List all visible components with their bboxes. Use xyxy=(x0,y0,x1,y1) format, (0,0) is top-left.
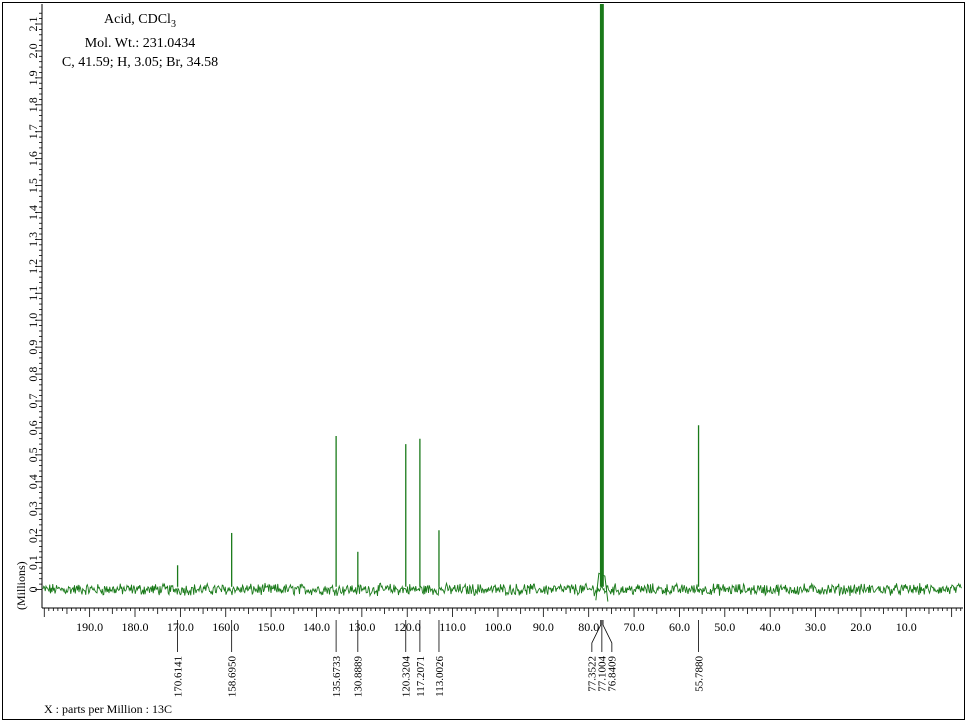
y-tick-label: 0.5 xyxy=(26,447,40,462)
x-tick-label: 50.0 xyxy=(714,620,735,634)
y-tick-label: 1.8 xyxy=(26,97,40,112)
y-tick-label: 0.6 xyxy=(26,420,40,435)
x-tick-label: 120.0 xyxy=(394,620,421,634)
x-axis: 190.0 180.0 170.0 160.0 150.0 140.0 130.0 120.0… xyxy=(42,607,963,634)
elemental-composition: C, 41.59; H, 3.05; Br, 34.58 xyxy=(61,54,219,70)
peak-label: 76.8409 xyxy=(607,656,619,692)
peak-label: 130.8889 xyxy=(353,656,365,698)
peak-label: 113.0026 xyxy=(434,656,446,697)
x-tick-label: 150.0 xyxy=(258,620,285,634)
peak-label: 55.7880 xyxy=(693,656,705,692)
x-tick-label: 130.0 xyxy=(348,620,375,634)
x-tick-label: 180.0 xyxy=(122,620,149,634)
peak-label: 170.6141 xyxy=(172,656,184,697)
y-tick-label: 0.4 xyxy=(26,474,40,489)
y-tick-label: 2.1 xyxy=(26,17,40,32)
peak-label: 120.3204 xyxy=(401,656,413,698)
y-tick-label: 1.1 xyxy=(26,286,40,301)
compound-label: Acid, CDCl3 xyxy=(104,12,176,30)
y-tick-label: 1.5 xyxy=(26,178,40,193)
x-tick-label: 40.0 xyxy=(760,620,781,634)
x-tick-label: 110.0 xyxy=(439,620,466,634)
x-tick-label: 170.0 xyxy=(167,620,194,634)
x-tick-label: 190.0 xyxy=(76,620,103,634)
x-tick-label: 80.0 xyxy=(578,620,599,634)
y-tick-label: 0.2 xyxy=(26,528,40,543)
x-tick-label: 10.0 xyxy=(896,620,917,634)
peak-label: 158.6950 xyxy=(227,656,239,698)
y-tick-label: 0.8 xyxy=(26,367,40,382)
y-tick-label: 0.3 xyxy=(26,501,40,516)
y-tick-label: 1.4 xyxy=(26,205,40,220)
y-tick-label: 0.7 xyxy=(26,394,40,409)
molecular-weight: Mol. Wt.: 231.0434 xyxy=(84,35,196,51)
x-tick-label: 20.0 xyxy=(850,620,871,634)
x-tick-label: 100.0 xyxy=(484,620,511,634)
peak-leader-line xyxy=(602,620,613,652)
y-tick-label: 1.6 xyxy=(26,151,40,166)
x-tick-label: 90.0 xyxy=(533,620,554,634)
y-tick-label: 1.2 xyxy=(26,259,40,274)
x-tick-label: 140.0 xyxy=(303,620,330,634)
y-tick-label: 0.9 xyxy=(26,340,40,355)
x-tick-label: 70.0 xyxy=(624,620,645,634)
y-tick-label: 2.0 xyxy=(26,43,40,58)
peak-label: 117.2071 xyxy=(415,656,427,697)
x-axis-label: X : parts per Million : 13C xyxy=(44,702,172,716)
y-axis-label: (Millions) xyxy=(14,561,28,610)
peak-label: 135.6733 xyxy=(331,656,343,698)
x-tick-label: 160.0 xyxy=(212,620,239,634)
nmr-spectrum-plot: 00.10.20.30.40.50.60.70.80.91.01.11.21.3… xyxy=(2,2,965,720)
x-tick-label: 60.0 xyxy=(669,620,690,634)
y-tick-label: 1.9 xyxy=(26,70,40,85)
y-axis: 00.10.20.30.40.50.60.70.80.91.01.11.21.3… xyxy=(26,4,43,608)
y-tick-label: 1.7 xyxy=(26,124,40,139)
sample-info: Acid, CDCl3 Mol. Wt.: 231.0434 C, 41.59;… xyxy=(50,10,230,72)
plot-frame xyxy=(2,2,965,720)
y-tick-label: 1.0 xyxy=(26,313,40,328)
spectrum-trace xyxy=(42,4,962,602)
y-tick-label: 1.3 xyxy=(26,232,40,247)
baseline-noise xyxy=(42,581,962,598)
x-tick-label: 30.0 xyxy=(805,620,826,634)
